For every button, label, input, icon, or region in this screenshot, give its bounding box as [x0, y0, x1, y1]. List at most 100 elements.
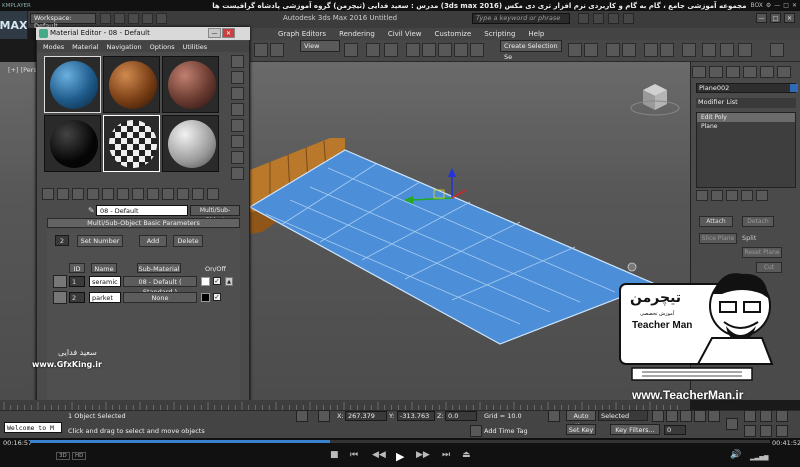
rewind-icon[interactable]: ◀◀ [372, 450, 386, 460]
hd-toggle[interactable]: HD [72, 452, 87, 460]
configure-sets-icon[interactable] [756, 190, 768, 201]
redo-icon[interactable] [156, 13, 167, 24]
name-column-header[interactable]: Name [91, 263, 117, 273]
key-selected-dropdown[interactable]: Selected [598, 410, 648, 421]
me-menu-navigation[interactable]: Navigation [107, 43, 142, 51]
remove-modifier-icon[interactable] [741, 190, 753, 201]
assign-to-selection-icon[interactable] [72, 188, 84, 200]
undo-icon[interactable] [142, 13, 153, 24]
spinner-snap-icon[interactable] [454, 43, 468, 57]
command-panel-tabs[interactable] [692, 66, 791, 78]
curve-editor-icon[interactable] [644, 43, 658, 57]
material-slot-active[interactable] [103, 115, 160, 172]
player-close-button[interactable]: ✕ [792, 2, 797, 9]
row-name-field[interactable]: parket [89, 292, 121, 303]
row-id-field[interactable]: 2 [69, 292, 85, 303]
absolute-mode-icon[interactable] [318, 410, 330, 422]
object-color-swatch[interactable] [790, 84, 798, 92]
menu-civil-view[interactable]: Civil View [388, 30, 422, 38]
make-preview-icon[interactable] [231, 135, 244, 148]
next-icon[interactable]: ⏭ [442, 450, 450, 460]
id-column-header[interactable]: ID [69, 263, 85, 273]
zoom-extents-icon[interactable] [776, 410, 788, 422]
row-sub-material-button[interactable]: 08 - Default ( Standard ) [123, 276, 197, 296]
slice-plane-button[interactable]: Slice Plane [699, 233, 737, 244]
player-maximize-button[interactable]: □ [783, 2, 789, 9]
reference-coord-dropdown[interactable]: View [300, 40, 340, 52]
show-end-result-icon[interactable] [711, 190, 723, 201]
modify-tab-icon[interactable] [709, 66, 723, 78]
row-id-field[interactable]: 1 [69, 276, 85, 287]
zoom-all-icon[interactable] [760, 410, 772, 422]
backlight-icon[interactable] [231, 71, 244, 84]
basic-params-rollout[interactable]: Multi/Sub-Object Basic Parameters [47, 218, 240, 228]
3d-toggle[interactable]: 3D [56, 452, 70, 460]
snaps-toggle-icon[interactable] [406, 43, 420, 57]
menu-customize[interactable]: Customize [435, 30, 472, 38]
max-app-button[interactable]: MAX [0, 11, 28, 39]
player-box-button[interactable]: BOX [750, 2, 762, 9]
background-icon[interactable] [231, 87, 244, 100]
material-type-button[interactable]: Multi/Sub-Object [190, 205, 240, 224]
material-id-icon[interactable] [147, 188, 159, 200]
pivot-center-icon[interactable] [344, 43, 358, 57]
angle-snap-icon[interactable] [422, 43, 436, 57]
material-slot[interactable] [162, 115, 219, 172]
me-menu-modes[interactable]: Modes [43, 43, 64, 51]
get-material-icon[interactable] [42, 188, 54, 200]
sample-type-icons[interactable] [231, 55, 247, 183]
mirror-icon[interactable] [568, 43, 582, 57]
modifier-list-dropdown[interactable]: Modifier List [696, 98, 796, 108]
stop-icon[interactable]: ■ [330, 450, 339, 460]
zoom-icon[interactable] [744, 410, 756, 422]
edit-named-sel-icon[interactable] [470, 43, 484, 57]
row-color-swatch[interactable] [201, 277, 210, 286]
row-preview-swatch[interactable] [53, 275, 67, 288]
help-icon[interactable] [623, 13, 634, 24]
player-settings-icon[interactable]: ⚙ [766, 2, 771, 9]
me-close-button[interactable]: ✕ [222, 28, 235, 38]
make-copy-icon[interactable] [102, 188, 114, 200]
x-coordinate-field[interactable]: 267.379 [345, 411, 387, 421]
star-icon[interactable] [593, 13, 604, 24]
select-object-icon[interactable] [254, 43, 268, 57]
prev-icon[interactable]: ⏮ [350, 450, 358, 460]
lock-selection-icon[interactable] [296, 410, 308, 422]
uv-tiling-icon[interactable] [231, 103, 244, 116]
delete-button[interactable]: Delete [173, 235, 203, 247]
motion-tab-icon[interactable] [743, 66, 757, 78]
keyboard-shortcut-icon[interactable] [384, 43, 398, 57]
prev-frame-icon[interactable] [666, 410, 678, 422]
player-minimize-button[interactable]: — [774, 2, 780, 9]
material-editor-icon[interactable] [682, 43, 696, 57]
row-preview-swatch[interactable] [53, 291, 67, 304]
me-menu-options[interactable]: Options [150, 43, 175, 51]
put-to-library-icon[interactable] [132, 188, 144, 200]
volume-bar-icon[interactable]: ▂▃▅▆ [750, 454, 768, 461]
go-to-parent-icon[interactable] [192, 188, 204, 200]
material-slot[interactable] [44, 56, 101, 113]
make-unique-icon[interactable] [117, 188, 129, 200]
named-selection-dropdown[interactable]: Create Selection Se [500, 40, 562, 61]
time-slider[interactable] [0, 400, 690, 410]
align-icon[interactable] [584, 43, 598, 57]
save-file-icon[interactable] [128, 13, 139, 24]
material-editor-toolbar[interactable] [42, 188, 219, 200]
material-slot[interactable] [44, 115, 101, 172]
me-menu-utilities[interactable]: Utilities [183, 43, 207, 51]
signin-icon[interactable] [608, 13, 619, 24]
rendered-frame-icon[interactable] [720, 43, 734, 57]
set-key-mode-icon[interactable] [548, 410, 560, 422]
menu-scripting[interactable]: Scripting [484, 30, 515, 38]
goto-start-icon[interactable] [652, 410, 664, 422]
show-end-result-icon[interactable] [177, 188, 189, 200]
menu-rendering[interactable]: Rendering [339, 30, 375, 38]
show-map-icon[interactable] [162, 188, 174, 200]
row-color-swatch[interactable] [201, 293, 210, 302]
make-unique-icon[interactable] [726, 190, 738, 201]
material-name-field[interactable]: 08 - Default [96, 205, 188, 216]
sample-type-icon[interactable] [231, 55, 244, 68]
schematic-view-icon[interactable] [660, 43, 674, 57]
seek-bar[interactable] [30, 440, 770, 443]
workspace-dropdown[interactable]: Workspace: Default [30, 13, 96, 30]
